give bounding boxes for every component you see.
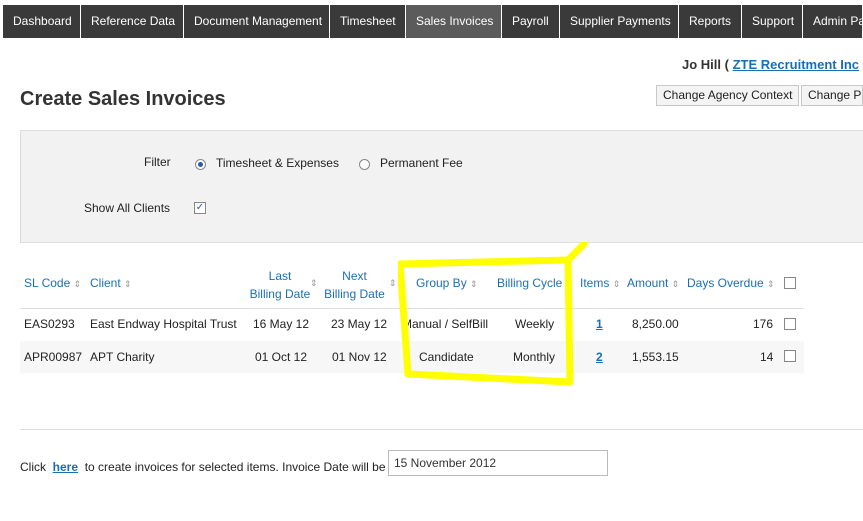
cell-group-by: Manual / SelfBill [402, 317, 489, 331]
radio-permanent-fee[interactable] [359, 159, 370, 170]
cell-billing-cycle: Monthly [513, 350, 556, 364]
cell-sl-code: APR00987 [24, 350, 83, 364]
cell-days-overdue: 176 [753, 317, 774, 331]
create-invoices-link[interactable]: here [53, 460, 78, 474]
nav-reference-data[interactable]: Reference Data [81, 5, 184, 38]
sort-icon: ⇕ [124, 279, 132, 289]
nav-reports[interactable]: Reports [679, 5, 742, 38]
radio-permanent-fee-label: Permanent Fee [380, 156, 463, 170]
nav-timesheet[interactable]: Timesheet [330, 5, 406, 38]
cell-next-billing: 01 Nov 12 [332, 350, 387, 364]
nav-supplier-payments[interactable]: Supplier Payments [560, 5, 679, 38]
sort-icon: ⇕ [310, 278, 318, 288]
footer-divider [20, 429, 863, 430]
footer-instructions: Click here to create invoices for select… [20, 460, 386, 474]
user-info: Jo Hill ( ZTE Recruitment Inc [682, 57, 859, 72]
cell-last-billing: 16 May 12 [253, 317, 310, 331]
header-billing-cycle[interactable]: Billing Cycle ⇕ [497, 276, 573, 290]
cell-client: East Endway Hospital Trust [90, 317, 237, 331]
row-select-checkbox[interactable] [784, 318, 796, 330]
header-days-overdue[interactable]: Days Overdue ⇕ [687, 276, 775, 290]
filter-label: Filter [144, 155, 171, 169]
header-items[interactable]: Items ⇕ [580, 276, 620, 290]
nav-dashboard[interactable]: Dashboard [3, 5, 81, 38]
cell-last-billing: 01 Oct 12 [255, 350, 308, 364]
cell-amount: 1,553.15 [632, 350, 679, 364]
change-agency-context-button[interactable]: Change Agency Context [656, 85, 800, 106]
sort-icon: ⇕ [565, 279, 574, 289]
sort-icon: ⇕ [612, 279, 621, 289]
cell-days-overdue: 14 [760, 350, 774, 364]
agency-link[interactable]: ZTE Recruitment Inc [733, 57, 859, 72]
sort-icon: ⇕ [73, 279, 82, 289]
cell-items: 2 [596, 350, 603, 364]
nav-admin[interactable]: Admin Pa [803, 5, 863, 38]
cell-client: APT Charity [90, 350, 155, 364]
header-last-billing-date[interactable]: Last Billing Date [245, 267, 315, 303]
show-all-clients-label: Show All Clients [84, 201, 171, 215]
nav-payroll[interactable]: Payroll [502, 5, 560, 38]
nav-sales-invoices[interactable]: Sales Invoices [406, 5, 502, 38]
header-sl-code[interactable]: SL Code ⇕ [24, 276, 81, 290]
select-all-checkbox[interactable] [784, 277, 796, 289]
cell-amount: 8,250.00 [632, 317, 679, 331]
header-amount[interactable]: Amount ⇕ [627, 276, 679, 290]
sort-icon: ⇕ [470, 279, 478, 289]
sort-icon: ⇕ [389, 278, 397, 288]
top-nav: Dashboard Reference Data Document Manage… [0, 5, 863, 38]
change-password-button[interactable]: Change Pa [801, 85, 863, 106]
show-all-clients-checkbox[interactable]: ✓ [194, 202, 206, 214]
page-title: Create Sales Invoices [20, 88, 226, 110]
cell-billing-cycle: Weekly [515, 317, 555, 331]
header-group-by[interactable]: Group By ⇕ [416, 276, 478, 290]
invoice-date-input[interactable] [388, 450, 608, 476]
row-select-checkbox[interactable] [784, 350, 796, 362]
header-client[interactable]: Client ⇕ [90, 276, 132, 290]
header-next-billing-date[interactable]: Next Billing Date [322, 267, 387, 303]
sort-icon: ⇕ [671, 279, 680, 289]
sort-icon: ⇕ [767, 279, 775, 289]
items-link[interactable]: 2 [596, 350, 603, 364]
cell-next-billing: 23 May 12 [331, 317, 388, 331]
items-link[interactable]: 1 [596, 317, 603, 331]
user-name: Jo Hill ( [682, 57, 729, 72]
cell-sl-code: EAS0293 [24, 317, 75, 331]
nav-document-management[interactable]: Document Management [184, 5, 330, 38]
nav-support[interactable]: Support [742, 5, 803, 38]
radio-timesheet-expenses[interactable] [195, 159, 206, 170]
filter-panel [20, 130, 863, 243]
cell-items: 1 [596, 317, 603, 331]
radio-timesheet-expenses-label: Timesheet & Expenses [216, 156, 339, 170]
cell-group-by: Candidate [419, 350, 474, 364]
